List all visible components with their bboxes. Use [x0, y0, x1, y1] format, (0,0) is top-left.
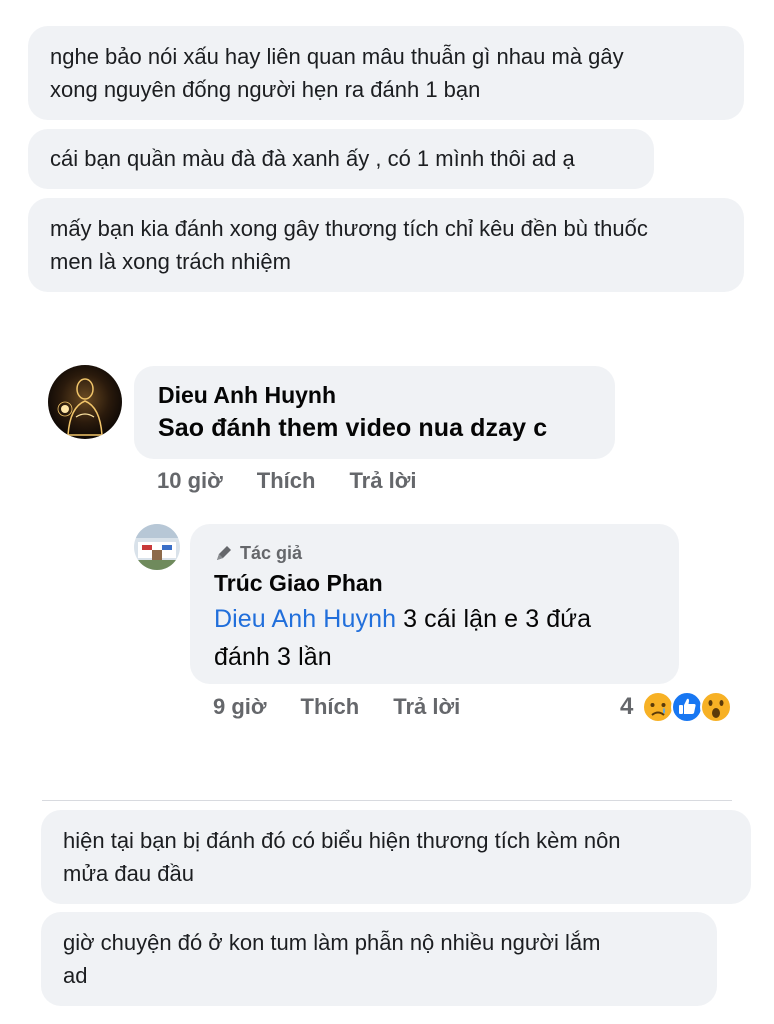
- message-text-line: nghe bảo nói xấu hay liên quan mâu thuẫn…: [50, 44, 624, 69]
- author-badge: Tác giả: [214, 540, 655, 566]
- message-bubble: mấy bạn kia đánh xong gây thương tích ch…: [28, 198, 744, 292]
- message-text-line: men là xong trách nhiệm: [50, 249, 291, 274]
- message-bubble: hiện tại bạn bị đánh đó có biểu hiện thư…: [41, 810, 751, 904]
- reply-author-avatar[interactable]: [134, 524, 180, 570]
- reply-text-rest: 3 cái lận e 3 đứa: [396, 605, 592, 633]
- comment-time: 10 giờ: [157, 468, 223, 493]
- message-text-line: mấy bạn kia đánh xong gây thương tích ch…: [50, 216, 648, 241]
- message-bubble: cái bạn quần màu đà đà xanh ấy , có 1 mì…: [28, 129, 654, 189]
- reply-time: 9 giờ: [213, 694, 267, 719]
- reply-author-name[interactable]: Trúc Giao Phan: [214, 566, 655, 600]
- message-text-line: cái bạn quần màu đà đà xanh ấy , có 1 mì…: [50, 146, 575, 171]
- message-text-line: giờ chuyện đó ở kon tum làm phẫn nộ nhiề…: [63, 930, 601, 955]
- reply-button[interactable]: Trả lời: [349, 468, 416, 494]
- author-badge-label: Tác giả: [240, 542, 303, 563]
- message-text-line: mửa đau đầu: [63, 861, 194, 886]
- message-text-line: xong nguyên đống người hẹn ra đánh 1 bạn: [50, 77, 481, 102]
- like-button[interactable]: Thích: [301, 694, 360, 720]
- reaction-count: 4: [620, 693, 634, 720]
- comment-actions: 10 giờ Thích Trả lời: [157, 468, 416, 494]
- message-text-line: ad: [63, 963, 88, 988]
- commenter-avatar[interactable]: [48, 365, 122, 439]
- pen-icon: [217, 546, 231, 560]
- reaction-summary[interactable]: 4: [620, 690, 733, 724]
- like-button[interactable]: Thích: [257, 468, 316, 494]
- message-bubble: giờ chuyện đó ở kon tum làm phẫn nộ nhiề…: [41, 912, 717, 1006]
- comment-bubble: Dieu Anh Huynh Sao đánh them video nua d…: [134, 366, 615, 459]
- wow-emoji-icon: [700, 691, 733, 723]
- comment-text: Sao đánh them video nua dzay c: [158, 414, 548, 442]
- message-text-line: hiện tại bạn bị đánh đó có biểu hiện thư…: [63, 828, 621, 853]
- reply-actions: 9 giờ Thích Trả lời: [213, 694, 460, 720]
- commenter-name[interactable]: Dieu Anh Huynh: [158, 380, 591, 410]
- reply-button[interactable]: Trả lời: [393, 694, 460, 720]
- reply-text: Dieu Anh Huynh 3 cái lận e 3 đứa: [214, 600, 655, 638]
- mention-link[interactable]: Dieu Anh Huynh: [214, 605, 396, 633]
- reply-text-line2: đánh 3 lần: [214, 643, 332, 671]
- divider: [42, 800, 732, 801]
- reply-bubble: Tác giả Trúc Giao Phan Dieu Anh Huynh 3 …: [190, 524, 679, 684]
- message-bubble: nghe bảo nói xấu hay liên quan mâu thuẫn…: [28, 26, 744, 120]
